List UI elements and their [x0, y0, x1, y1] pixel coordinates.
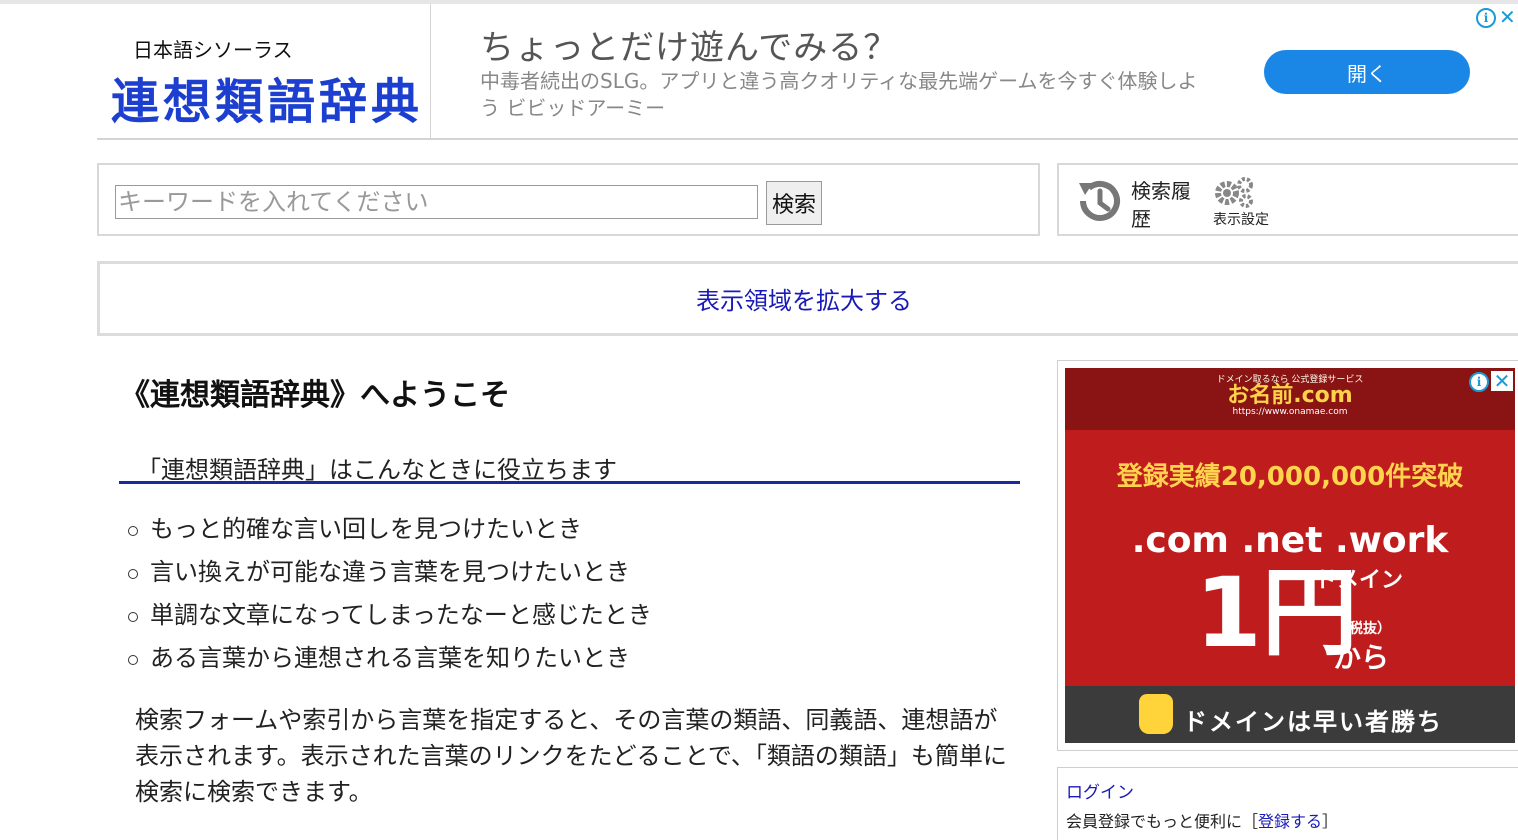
- section-heading-text: 「連想類語辞典」はこんなときに役立ちます: [137, 456, 617, 484]
- side-ad-brand: ドメイン取るなら 公式登録サービス お名前.com https://www.on…: [1065, 372, 1515, 417]
- side-ad-record: 登録実績20,000,000件突破: [1116, 462, 1464, 492]
- section-heading: 「連想類語辞典」はこんなときに役立ちます: [119, 450, 1020, 484]
- header-bottom-divider: [97, 138, 1518, 140]
- display-settings-label: 表示設定: [1213, 212, 1269, 228]
- use-case-list: もっと的確な言い回しを見つけたいとき 言い換えが可能な違う言葉を見つけたいとき …: [128, 510, 652, 682]
- thumbs-up-icon: [1139, 694, 1173, 734]
- side-ad-domain-word: ドメイン: [1315, 568, 1404, 593]
- search-input[interactable]: [115, 185, 758, 219]
- history-icon: [1079, 181, 1120, 221]
- side-ad-brand-url: https://www.onamae.com: [1232, 407, 1348, 417]
- list-item: ある言葉から連想される言葉を知りたいとき: [128, 639, 652, 682]
- top-ad-title[interactable]: ちょっとだけ遊んでみる？: [480, 20, 898, 69]
- search-panel: 検索: [97, 163, 1040, 236]
- logo-title: 連想類語辞典: [111, 74, 424, 130]
- side-ad[interactable]: ドメイン取るなら 公式登録サービス お名前.com https://www.on…: [1065, 368, 1515, 743]
- login-panel: ログイン 会員登録でもっと便利に［登録する］: [1057, 767, 1518, 840]
- expand-display-link[interactable]: 表示領域を拡大する: [696, 281, 912, 316]
- top-ad-open-button[interactable]: 開く: [1264, 50, 1470, 94]
- page-title: 《連想類語辞典》へようこそ: [120, 378, 510, 413]
- side-ad-close-icon[interactable]: ✕: [1491, 371, 1513, 391]
- top-ad-info-icon[interactable]: i: [1476, 8, 1496, 28]
- list-item: 言い換えが可能な違う言葉を見つけたいとき: [128, 553, 652, 596]
- register-link[interactable]: 登録する: [1258, 812, 1322, 831]
- side-ad-tax-note: （税抜）: [1335, 621, 1391, 637]
- intro-description: 検索フォームや索引から言葉を指定すると、その言葉の類語、同義語、連想語が表示され…: [135, 706, 1007, 806]
- header-divider: [430, 4, 431, 138]
- register-suffix: ］: [1322, 812, 1339, 831]
- logo-subtitle: 日本語シソーラス: [133, 38, 293, 62]
- login-link[interactable]: ログイン: [1066, 778, 1134, 803]
- expand-panel: 表示領域を拡大する: [97, 261, 1518, 336]
- side-ad-brand-name: お名前.com: [1227, 383, 1353, 408]
- register-line: 会員登録でもっと便利に［登録する］: [1066, 808, 1338, 832]
- side-ad-tlds: .com .net .work: [1131, 520, 1449, 561]
- list-item: もっと的確な言い回しを見つけたいとき: [128, 510, 652, 553]
- gear-icon: [1215, 177, 1253, 208]
- side-ad-info-icon[interactable]: i: [1469, 372, 1489, 392]
- side-ad-from: から: [1333, 641, 1390, 674]
- search-history-label: 検索履歴: [1131, 179, 1191, 231]
- top-ad-close-icon[interactable]: ✕: [1499, 7, 1516, 27]
- register-prefix: 会員登録でもっと便利に［: [1066, 812, 1259, 831]
- top-ad-description: 中毒者続出のSLG。アプリと違う高クオリティな最先端ゲームを今すぐ体験しよう ビ…: [480, 69, 1198, 120]
- search-button[interactable]: 検索: [766, 181, 822, 225]
- tools-panel: 検索履歴 表示設定: [1057, 163, 1518, 236]
- side-ad-bottom-text: ドメインは早い者勝ち: [1183, 708, 1443, 736]
- site-logo[interactable]: 日本語シソーラス 連想類語辞典: [97, 4, 430, 138]
- list-item: 単調な文章になってしまったなーと感じたとき: [128, 596, 652, 639]
